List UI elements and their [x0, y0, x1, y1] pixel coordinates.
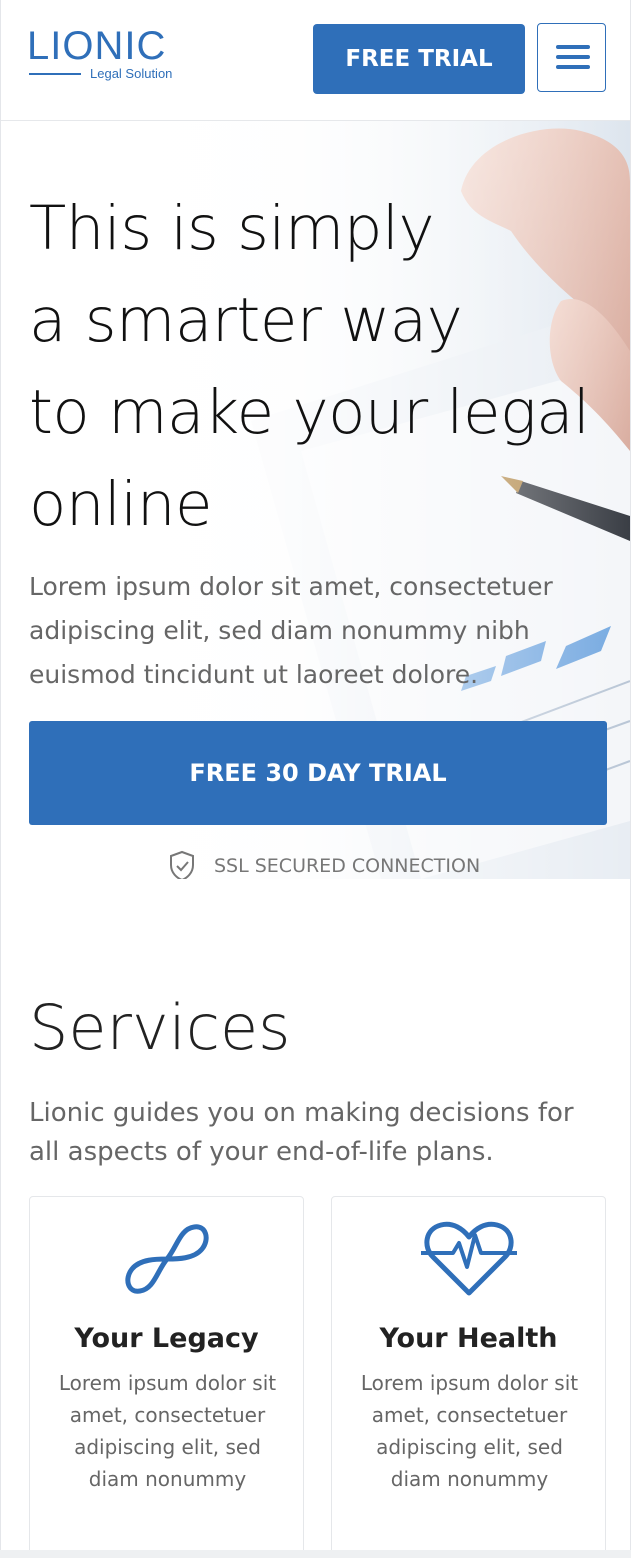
page: LIONIC Legal Solution FREE TRIAL This is…: [0, 0, 631, 1550]
logo-underline: [29, 73, 81, 75]
hamburger-menu-icon-bar: [556, 65, 590, 69]
hamburger-menu-icon: [556, 45, 590, 49]
service-card-title: Your Legacy: [74, 1323, 259, 1354]
logo[interactable]: LIONIC Legal Solution: [27, 26, 177, 86]
hamburger-menu-icon-bar: [556, 55, 590, 59]
hero-title-line: a smarter way: [29, 285, 463, 356]
free-30-day-trial-button[interactable]: FREE 30 DAY TRIAL: [29, 721, 607, 825]
service-card-legacy[interactable]: Your Legacy Lorem ipsum dolor sit amet, …: [29, 1196, 304, 1550]
ssl-label: SSL SECURED CONNECTION: [214, 855, 481, 877]
services-title: Services: [29, 991, 291, 1064]
hero-title: This is simply a smarter way to make you…: [29, 183, 619, 551]
service-card-text: Lorem ipsum dolor sit amet, consectetuer…: [58, 1371, 277, 1491]
free-trial-button[interactable]: FREE TRIAL: [313, 24, 525, 94]
shield-check-icon: [170, 850, 194, 879]
ssl-badge: SSL SECURED CONNECTION: [168, 849, 480, 879]
hero-title-line: online: [29, 469, 213, 540]
logo-tagline: Legal Solution: [90, 66, 173, 81]
hero-section: This is simply a smarter way to make you…: [1, 121, 630, 879]
infinity-icon: [124, 1224, 209, 1294]
site-header: LIONIC Legal Solution FREE TRIAL: [1, 0, 630, 121]
menu-button[interactable]: [537, 23, 606, 92]
hero-title-line: This is simply: [29, 193, 435, 264]
service-card-title: Your Health: [379, 1323, 558, 1354]
hero-description: Lorem ipsum dolor sit amet, consectetuer…: [29, 572, 553, 689]
heart-pulse-icon: [420, 1221, 517, 1296]
service-card-text: Lorem ipsum dolor sit amet, consectetuer…: [360, 1371, 579, 1491]
services-subtitle: Lionic guides you on making decisions fo…: [29, 1098, 574, 1167]
service-card-health[interactable]: Your Health Lorem ipsum dolor sit amet, …: [331, 1196, 606, 1550]
logo-wordmark: LIONIC: [27, 24, 167, 68]
hero-title-line: to make your legal: [29, 377, 590, 448]
bottom-edge: [0, 1550, 631, 1558]
